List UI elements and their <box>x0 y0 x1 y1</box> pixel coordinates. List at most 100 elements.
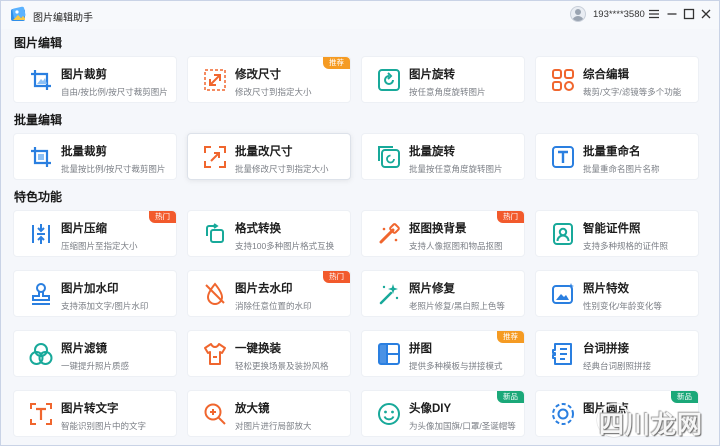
card-title: 台词拼接 <box>583 343 629 355</box>
collage-icon <box>378 343 400 365</box>
card-add-watermark[interactable]: 图片加水印 支持添加文字/图片水印 <box>13 270 177 317</box>
card-photo-filter[interactable]: 照片滤镜 一键提升照片质感 <box>13 330 177 377</box>
magnifier-icon <box>204 403 226 425</box>
badge-hot: 热门 <box>497 211 524 223</box>
card-desc: 轻松更换场景及装扮风格 <box>235 361 329 371</box>
card-caption-stitch[interactable]: 台词拼接 经典台词剧照拼接 <box>535 330 699 377</box>
card-remove-watermark[interactable]: 图片去水印 消除任意位置的水印 热门 <box>187 270 351 317</box>
card-batch-rename[interactable]: 批量重命名 批量重命名图片名称 <box>535 133 699 180</box>
card-title: 批量重命名 <box>583 146 641 158</box>
minimize-icon[interactable] <box>665 7 679 21</box>
card-title: 图片去水印 <box>235 283 293 295</box>
combo-edit-icon <box>552 69 574 91</box>
ocr-icon <box>30 403 52 425</box>
badge-recommend: 推荐 <box>497 331 524 343</box>
card-desc: 支持多种规格的证件照 <box>583 241 669 251</box>
card-title: 修改尺寸 <box>235 69 281 81</box>
section-title-image-edit: 图片编辑 <box>14 36 63 50</box>
card-title: 格式转换 <box>235 223 281 235</box>
close-icon[interactable] <box>699 7 713 21</box>
user-avatar[interactable] <box>570 6 586 22</box>
shirt-icon <box>204 343 226 365</box>
user-phone[interactable]: 193****3580 <box>593 9 645 20</box>
card-desc: 老照片修复/黑白照上色等 <box>409 301 505 311</box>
card-desc: 性别变化/年龄变化等 <box>583 301 662 311</box>
card-title: 一键换装 <box>235 343 281 355</box>
batch-rotate-icon <box>378 146 400 168</box>
caption-icon <box>552 343 572 365</box>
card-batch-crop[interactable]: 批量裁剪 批量按比例/按尺寸裁剪图片 <box>13 133 177 180</box>
batch-resize-icon <box>204 146 226 168</box>
card-desc: 修改尺寸到指定大小 <box>235 87 312 97</box>
badge-hot: 热门 <box>323 271 350 283</box>
card-photo-effects[interactable]: 照片特效 性别变化/年龄变化等 <box>535 270 699 317</box>
card-desc: 支持添加文字/图片水印 <box>61 301 149 311</box>
badge-new: 新品 <box>497 391 524 403</box>
card-title: 照片特效 <box>583 283 629 295</box>
app-logo-icon <box>11 6 26 21</box>
card-image-to-text[interactable]: 图片转文字 智能识别图片中的文字 <box>13 390 177 437</box>
card-desc: 批量按任意角度旋转图片 <box>409 164 503 174</box>
badge-new: 新品 <box>671 391 698 403</box>
card-title: 图片裁剪 <box>61 69 107 81</box>
card-combo-edit[interactable]: 综合编辑 裁剪/文字/滤镜等多个功能 <box>535 56 699 103</box>
batch-rename-icon <box>552 146 574 168</box>
card-desc: 经典台词剧照拼接 <box>583 361 652 371</box>
card-outfit-change[interactable]: 一键换装 轻松更换场景及装扮风格 <box>187 330 351 377</box>
compress-icon <box>32 224 50 244</box>
card-title: 拼图 <box>409 343 432 355</box>
card-resize[interactable]: 修改尺寸 修改尺寸到指定大小 推荐 <box>187 56 351 103</box>
card-title: 批量旋转 <box>409 146 455 158</box>
card-magnifier[interactable]: 放大镜 对图片进行局部放大 <box>187 390 351 437</box>
badge-recommend: 推荐 <box>323 57 350 69</box>
card-desc: 支持人像抠图和物品抠图 <box>409 241 503 251</box>
card-desc: 裁剪/文字/滤镜等多个功能 <box>583 87 682 97</box>
card-collage[interactable]: 拼图 提供多种模板与拼接模式 推荐 <box>361 330 525 377</box>
card-title: 图片旋转 <box>409 69 455 81</box>
remove-watermark-icon <box>205 282 225 305</box>
maximize-icon[interactable] <box>682 7 696 21</box>
card-desc: 提供多种模板与拼接模式 <box>409 361 503 371</box>
crop-icon <box>31 70 51 90</box>
menu-icon[interactable] <box>647 7 661 21</box>
card-desc: 自由/按比例/按尺寸裁剪图片 <box>61 87 168 97</box>
card-batch-resize[interactable]: 批量改尺寸 批量修改尺寸到指定大小 <box>187 133 351 180</box>
id-photo-icon <box>553 223 573 245</box>
card-desc: 一键提升照片质感 <box>61 361 130 371</box>
card-title: 综合编辑 <box>583 69 629 81</box>
card-desc: 按任意角度旋转图片 <box>409 87 486 97</box>
card-id-photo[interactable]: 智能证件照 支持多种规格的证件照 <box>535 210 699 257</box>
card-title: 智能证件照 <box>583 223 641 235</box>
card-format-convert[interactable]: 格式转换 支持100多种图片格式互换 <box>187 210 351 257</box>
card-batch-rotate[interactable]: 批量旋转 批量按任意角度旋转图片 <box>361 133 525 180</box>
card-desc: 为头像加国旗/口罩/圣诞帽等 <box>409 421 516 431</box>
smile-icon <box>378 403 400 425</box>
format-convert-icon <box>206 223 224 243</box>
card-avatar-diy[interactable]: 头像DIY 为头像加国旗/口罩/圣诞帽等 新品 <box>361 390 525 437</box>
app-window: 图片编辑助手 193****3580 图片编辑 图片裁剪 自由/按比例/按尺寸裁… <box>0 0 720 446</box>
magic-wand-icon <box>379 284 399 305</box>
card-crop[interactable]: 图片裁剪 自由/按比例/按尺寸裁剪图片 <box>13 56 177 103</box>
card-title: 抠图换背景 <box>409 223 467 235</box>
watermark-text: 四川龙网 <box>599 411 704 439</box>
card-photo-repair[interactable]: 照片修复 老照片修复/黑白照上色等 <box>361 270 525 317</box>
card-cutout[interactable]: 抠图换背景 支持人像抠图和物品抠图 热门 <box>361 210 525 257</box>
card-title: 图片压缩 <box>61 223 107 235</box>
card-title: 图片加水印 <box>61 283 119 295</box>
card-desc: 对图片进行局部放大 <box>235 421 312 431</box>
card-title: 照片修复 <box>409 283 455 295</box>
title-bar: 图片编辑助手 193****3580 <box>1 1 719 29</box>
card-rotate[interactable]: 图片旋转 按任意角度旋转图片 <box>361 56 525 103</box>
card-title: 头像DIY <box>409 403 452 415</box>
cutout-icon <box>379 223 400 244</box>
section-title-batch-edit: 批量编辑 <box>14 113 63 127</box>
card-compress[interactable]: 图片压缩 压缩图片至指定大小 热门 <box>13 210 177 257</box>
batch-crop-icon <box>31 147 51 167</box>
card-title: 图片转文字 <box>61 403 119 415</box>
card-desc: 消除任意位置的水印 <box>235 301 312 311</box>
card-title: 照片滤镜 <box>61 343 107 355</box>
rotate-icon <box>378 69 400 91</box>
card-title: 放大镜 <box>235 403 270 415</box>
dot-icon <box>552 403 574 425</box>
card-desc: 批量重命名图片名称 <box>583 164 660 174</box>
